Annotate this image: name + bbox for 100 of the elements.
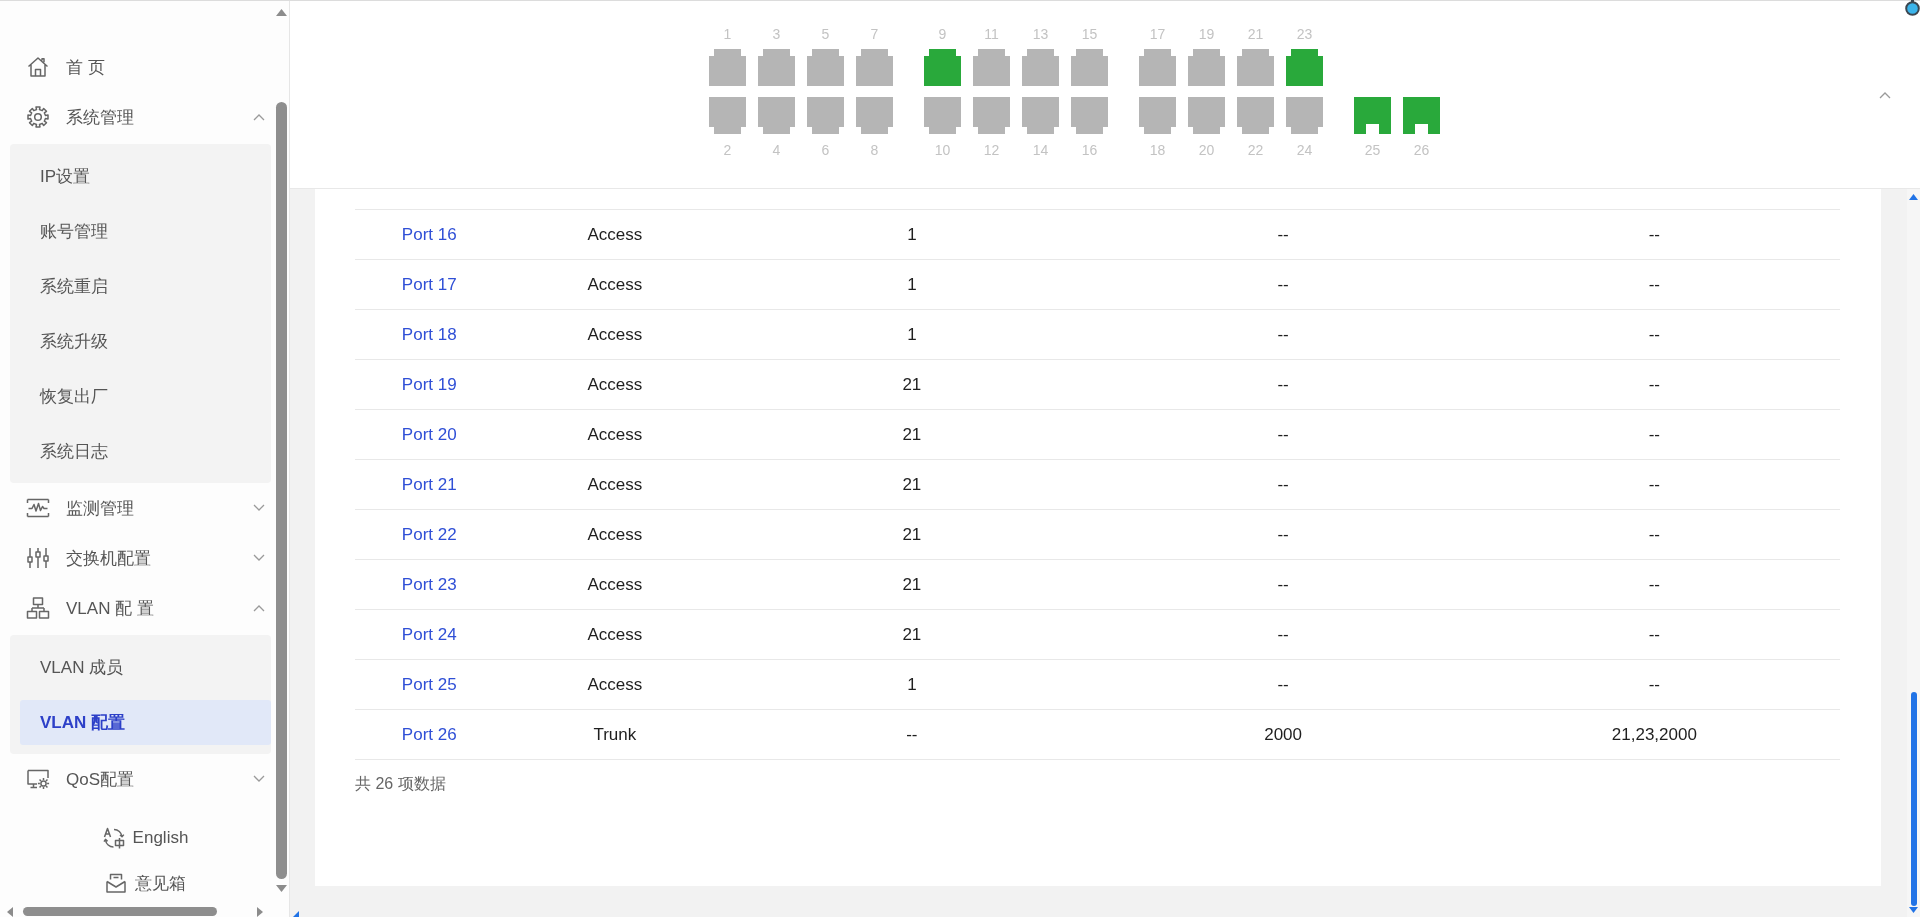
port-number: 23 <box>1296 25 1313 43</box>
port-number: 18 <box>1149 141 1166 159</box>
port-link[interactable]: Port 19 <box>401 374 457 395</box>
port-number: 20 <box>1198 141 1215 159</box>
table-cell: -- <box>1648 224 1661 245</box>
table-cell: -- <box>1277 674 1289 695</box>
table-cell: 21,23,2000 <box>1611 724 1697 745</box>
port-link[interactable]: Port 17 <box>401 274 457 295</box>
waveform-icon <box>26 496 50 520</box>
table-cell: -- <box>1648 624 1661 645</box>
table-cell: Access <box>587 324 643 345</box>
home-icon <box>26 55 50 79</box>
monitor-gear-icon <box>26 767 50 791</box>
table-cell: -- <box>1277 574 1289 595</box>
port-number: 2 <box>723 141 732 159</box>
port-link[interactable]: Port 21 <box>401 474 457 495</box>
port-number: 10 <box>934 141 951 159</box>
knob-icon[interactable] <box>1905 0 1920 17</box>
table-cell: 21 <box>902 474 922 495</box>
table-cell: -- <box>1277 474 1289 495</box>
table-cell: -- <box>1648 324 1661 345</box>
scroll-right-icon[interactable] <box>257 906 263 917</box>
table-cell: 21 <box>902 524 922 545</box>
port-number: 19 <box>1198 25 1215 43</box>
port-number: 14 <box>1032 141 1049 159</box>
table-cell: -- <box>1277 624 1289 645</box>
scroll-up-icon[interactable] <box>275 9 287 16</box>
table-cell: 21 <box>902 374 922 395</box>
submenu-item[interactable]: IP设置 <box>20 153 271 199</box>
submenu-item[interactable]: 系统重启 <box>20 263 271 309</box>
table-cell: -- <box>1277 374 1289 395</box>
table-cell: Access <box>587 524 643 545</box>
table-cell: -- <box>906 724 918 745</box>
port-number: 26 <box>1413 141 1430 159</box>
port-link[interactable]: Port 20 <box>401 424 457 445</box>
submenu-item[interactable]: 系统日志 <box>20 428 271 474</box>
port-link[interactable]: Port 22 <box>401 524 457 545</box>
port-link[interactable]: Port 23 <box>401 574 457 595</box>
port-number: 1 <box>723 25 732 43</box>
port-number: 8 <box>870 141 879 159</box>
port-number: 5 <box>821 25 830 43</box>
table-cell: 1 <box>907 324 917 345</box>
scrollbar-thumb[interactable] <box>275 102 287 879</box>
total-count: 共 26 项数据 <box>355 774 446 794</box>
language-link[interactable]: English <box>101 820 189 856</box>
envelope-icon <box>104 871 128 895</box>
table-cell: Access <box>587 424 643 445</box>
table-cell: Access <box>587 374 643 395</box>
table-cell: Access <box>587 624 643 645</box>
table-cell: Access <box>587 674 643 695</box>
scrollbar-thumb[interactable] <box>23 907 217 916</box>
submenu-item[interactable]: 账号管理 <box>20 208 271 254</box>
table-cell: -- <box>1277 224 1289 245</box>
submenu-item[interactable]: 恢复出厂 <box>20 373 271 419</box>
table-cell: 21 <box>902 424 922 445</box>
table-cell: 1 <box>907 224 917 245</box>
table-cell: -- <box>1648 424 1661 445</box>
menu-item[interactable]: 监测管理 <box>0 483 275 533</box>
table-cell: -- <box>1277 424 1289 445</box>
table-cell: -- <box>1648 524 1661 545</box>
port-link[interactable]: Port 25 <box>401 674 457 695</box>
port-link[interactable]: Port 18 <box>401 324 457 345</box>
menu-item[interactable]: 系统管理 <box>0 92 275 142</box>
submenu-item[interactable]: VLAN 成员 <box>20 644 271 690</box>
submenu-item[interactable]: VLAN 配置 <box>20 699 271 745</box>
chevron-up-icon[interactable] <box>1879 91 1891 99</box>
port-number: 16 <box>1081 141 1098 159</box>
table-cell: Access <box>587 574 643 595</box>
menu-item[interactable]: QoS配置 <box>0 754 275 804</box>
table-cell: -- <box>1648 274 1661 295</box>
port-number: 15 <box>1081 25 1098 43</box>
scroll-left-icon[interactable] <box>7 906 13 917</box>
sliders-icon <box>26 546 50 570</box>
port-number: 21 <box>1247 25 1264 43</box>
menu-item[interactable]: 首 页 <box>0 42 275 92</box>
table-cell: -- <box>1277 324 1289 345</box>
port-link[interactable]: Port 26 <box>401 724 457 745</box>
table-cell: Access <box>587 224 643 245</box>
menu-item[interactable]: VLAN 配 置 <box>0 583 275 633</box>
feedback-link[interactable]: 意见箱 <box>104 865 186 901</box>
submenu-item[interactable]: 系统升级 <box>20 318 271 364</box>
scroll-down-icon[interactable] <box>275 885 287 892</box>
table-cell: Access <box>587 274 643 295</box>
scroll-up-icon[interactable] <box>1909 194 1918 200</box>
table-cell: 2000 <box>1264 724 1303 745</box>
port-number: 7 <box>870 25 879 43</box>
scroll-down-icon[interactable] <box>1909 907 1918 913</box>
table-cell: -- <box>1648 674 1661 695</box>
hierarchy-icon <box>26 596 50 620</box>
table-cell: -- <box>1277 524 1289 545</box>
table-cell: 1 <box>907 274 917 295</box>
table-cell: 1 <box>907 674 917 695</box>
port-number: 24 <box>1296 141 1313 159</box>
port-link[interactable]: Port 16 <box>401 224 457 245</box>
menu-item[interactable]: 交换机配置 <box>0 533 275 583</box>
table-cell: 21 <box>902 574 922 595</box>
port-link[interactable]: Port 24 <box>401 624 457 645</box>
table-cell: -- <box>1277 274 1289 295</box>
table-cell: Access <box>587 474 643 495</box>
port-number: 22 <box>1247 141 1264 159</box>
